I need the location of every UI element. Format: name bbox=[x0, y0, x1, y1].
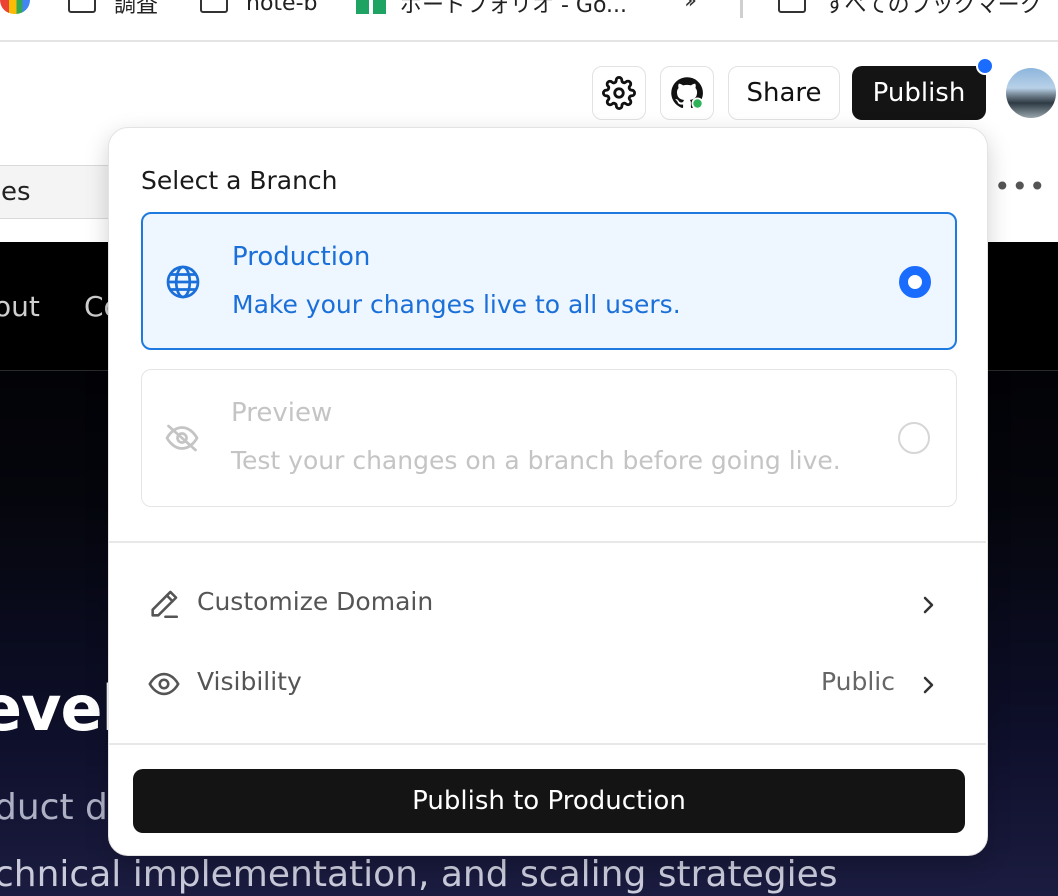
bookmark-item[interactable]: ボードフォリオ - Go... bbox=[356, 0, 627, 18]
github-icon bbox=[671, 77, 704, 110]
eye-off-icon bbox=[165, 424, 199, 452]
pencil-icon bbox=[151, 590, 179, 619]
bookmarks-bar: 調査 note-b ボードフォリオ - Go... ›› すべてのブックマーク bbox=[0, 0, 1058, 42]
globe-icon bbox=[166, 265, 200, 299]
row-label: Visibility bbox=[197, 667, 302, 696]
bookmark-label: ボードフォリオ - Go... bbox=[400, 0, 628, 18]
bookmark-item[interactable]: note-b bbox=[200, 0, 317, 18]
visibility-row[interactable]: Visibility Public bbox=[147, 663, 947, 703]
site-hero-subtext: chnical implementation, and scaling stra… bbox=[0, 854, 838, 895]
branch-name: Production bbox=[232, 242, 371, 272]
site-hero-heading: evel bbox=[0, 672, 123, 745]
branch-description: Make your changes live to all users. bbox=[232, 290, 681, 319]
bookmark-label: 調査 bbox=[114, 0, 159, 18]
publish-button[interactable]: Publish bbox=[852, 66, 986, 120]
share-button[interactable]: Share bbox=[728, 66, 840, 120]
branch-description: Test your changes on a branch before goi… bbox=[231, 446, 841, 475]
settings-button[interactable] bbox=[592, 66, 646, 120]
all-bookmarks[interactable]: すべてのブックマーク bbox=[778, 0, 1042, 18]
bookmark-label: note-b bbox=[246, 0, 318, 16]
row-label: Customize Domain bbox=[197, 587, 434, 616]
branch-name: Preview bbox=[231, 398, 333, 428]
avatar[interactable] bbox=[1006, 68, 1056, 118]
eye-icon bbox=[148, 672, 180, 696]
section-divider bbox=[109, 541, 986, 543]
folder-icon bbox=[778, 0, 806, 13]
branch-radio[interactable] bbox=[899, 266, 931, 298]
visibility-value: Public bbox=[821, 667, 895, 696]
background-input-text: es bbox=[1, 177, 31, 207]
folder-icon bbox=[200, 0, 228, 13]
branch-option-production[interactable]: Production Make your changes live to all… bbox=[141, 212, 957, 350]
chevron-right-icon bbox=[923, 596, 934, 614]
double-chevron-icon[interactable]: ›› bbox=[684, 0, 697, 14]
folder-icon bbox=[68, 0, 96, 13]
bookmark-item[interactable]: 調査 bbox=[68, 0, 158, 18]
site-nav-item[interactable]: out bbox=[0, 290, 40, 323]
bookmarks-divider bbox=[740, 0, 743, 18]
branch-option-preview[interactable]: Preview Test your changes on a branch be… bbox=[141, 369, 957, 507]
publish-to-production-button[interactable]: Publish to Production bbox=[133, 769, 965, 833]
branch-radio[interactable] bbox=[898, 422, 930, 454]
chevron-right-icon bbox=[923, 676, 934, 694]
section-divider bbox=[109, 743, 986, 745]
customize-domain-row[interactable]: Customize Domain bbox=[147, 583, 947, 623]
bookmark-label: すべてのブックマーク bbox=[824, 0, 1042, 18]
notification-dot bbox=[976, 57, 994, 75]
popover-title: Select a Branch bbox=[141, 166, 338, 195]
publish-popover: Select a Branch Production Make your cha… bbox=[108, 127, 988, 856]
google-icon[interactable] bbox=[0, 0, 30, 14]
gear-icon bbox=[602, 76, 636, 110]
site-hero-subtext: duct d bbox=[0, 787, 108, 828]
github-button[interactable] bbox=[660, 66, 714, 120]
sheets-icon bbox=[356, 0, 386, 14]
more-icon[interactable]: ••• bbox=[994, 170, 1047, 203]
